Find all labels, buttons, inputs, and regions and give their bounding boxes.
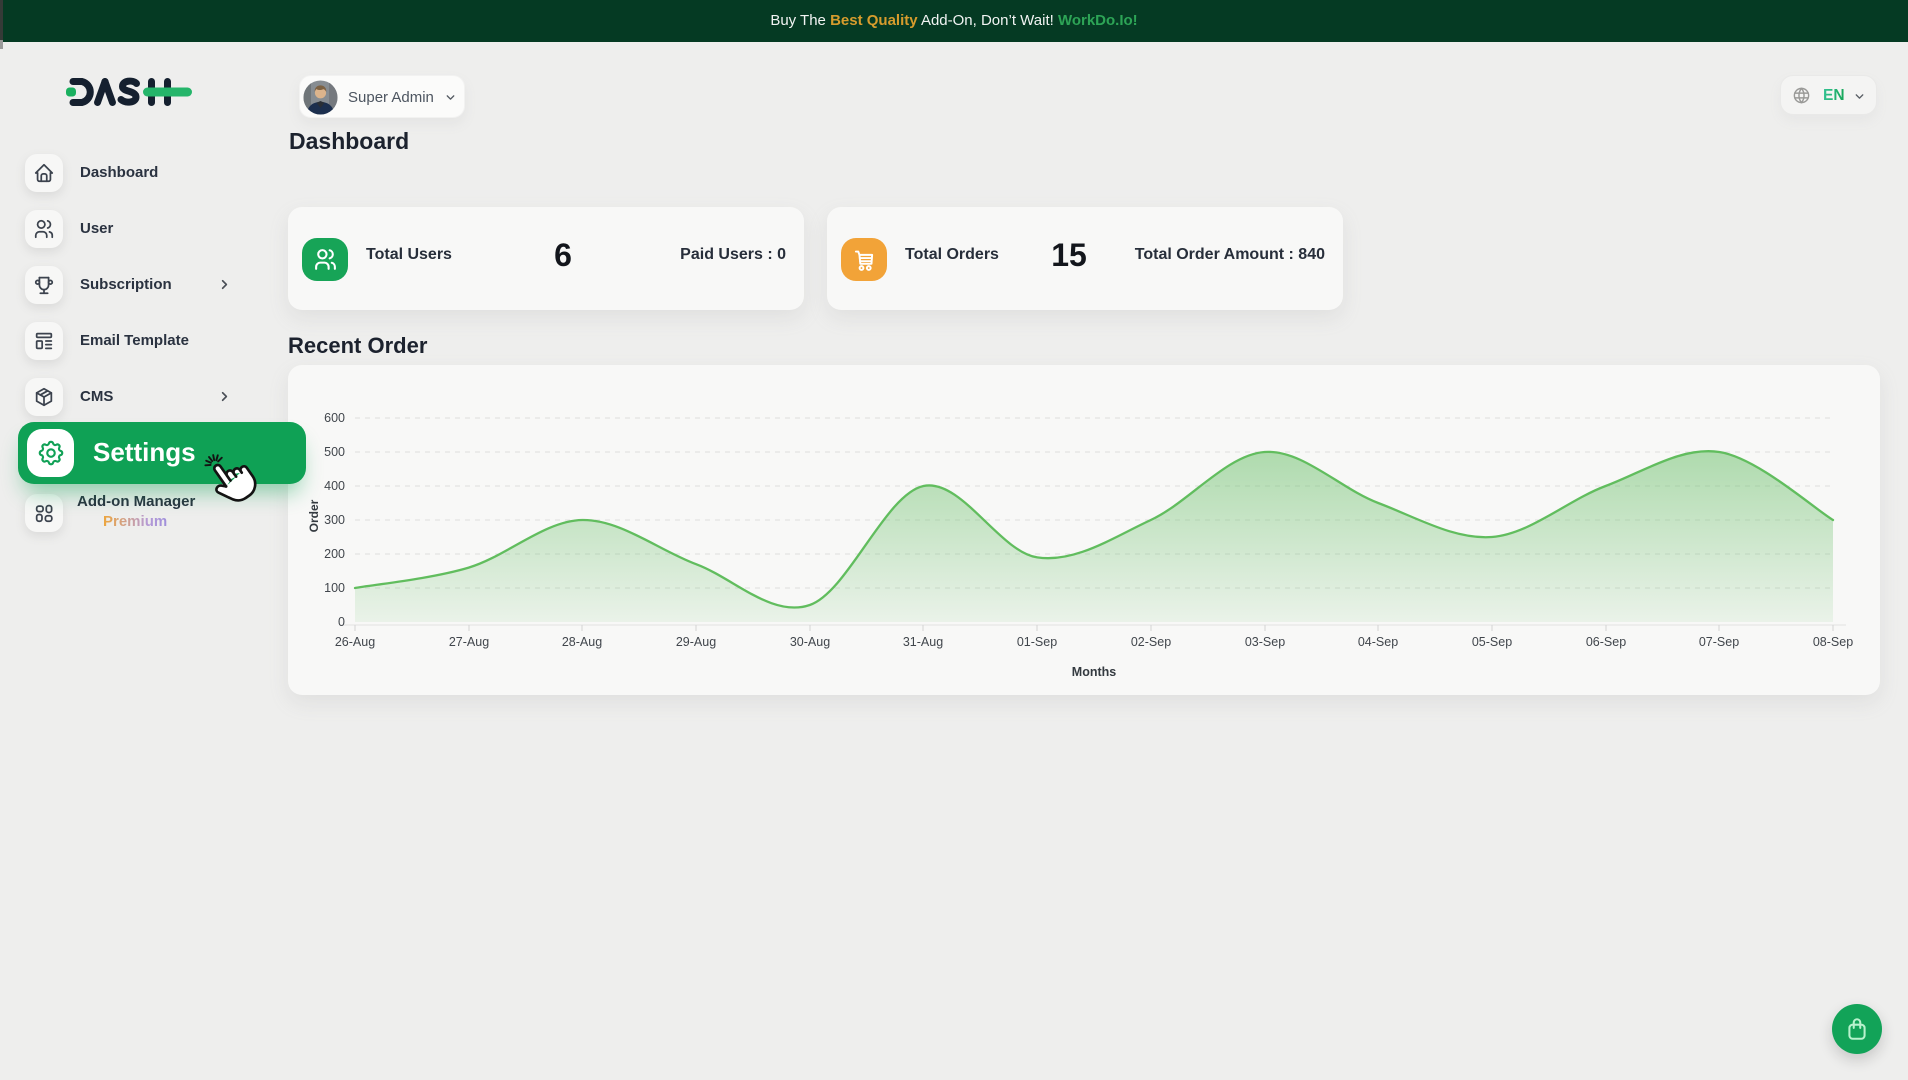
svg-text:400: 400 xyxy=(324,479,345,493)
svg-text:08-Sep: 08-Sep xyxy=(1813,635,1853,649)
svg-text:03-Sep: 03-Sep xyxy=(1245,635,1285,649)
svg-text:300: 300 xyxy=(324,513,345,527)
svg-text:02-Sep: 02-Sep xyxy=(1131,635,1171,649)
svg-text:07-Sep: 07-Sep xyxy=(1699,635,1739,649)
svg-text:05-Sep: 05-Sep xyxy=(1472,635,1512,649)
svg-text:0: 0 xyxy=(338,615,345,629)
svg-text:01-Sep: 01-Sep xyxy=(1017,635,1057,649)
svg-text:200: 200 xyxy=(324,547,345,561)
svg-text:31-Aug: 31-Aug xyxy=(903,635,943,649)
svg-text:27-Aug: 27-Aug xyxy=(449,635,489,649)
svg-text:28-Aug: 28-Aug xyxy=(562,635,602,649)
svg-text:500: 500 xyxy=(324,445,345,459)
svg-text:29-Aug: 29-Aug xyxy=(676,635,716,649)
svg-text:Months: Months xyxy=(1072,665,1116,679)
svg-text:06-Sep: 06-Sep xyxy=(1586,635,1626,649)
svg-text:04-Sep: 04-Sep xyxy=(1358,635,1398,649)
svg-text:26-Aug: 26-Aug xyxy=(335,635,375,649)
svg-text:Order: Order xyxy=(307,499,321,532)
svg-text:100: 100 xyxy=(324,581,345,595)
svg-text:30-Aug: 30-Aug xyxy=(790,635,830,649)
svg-text:600: 600 xyxy=(324,411,345,425)
